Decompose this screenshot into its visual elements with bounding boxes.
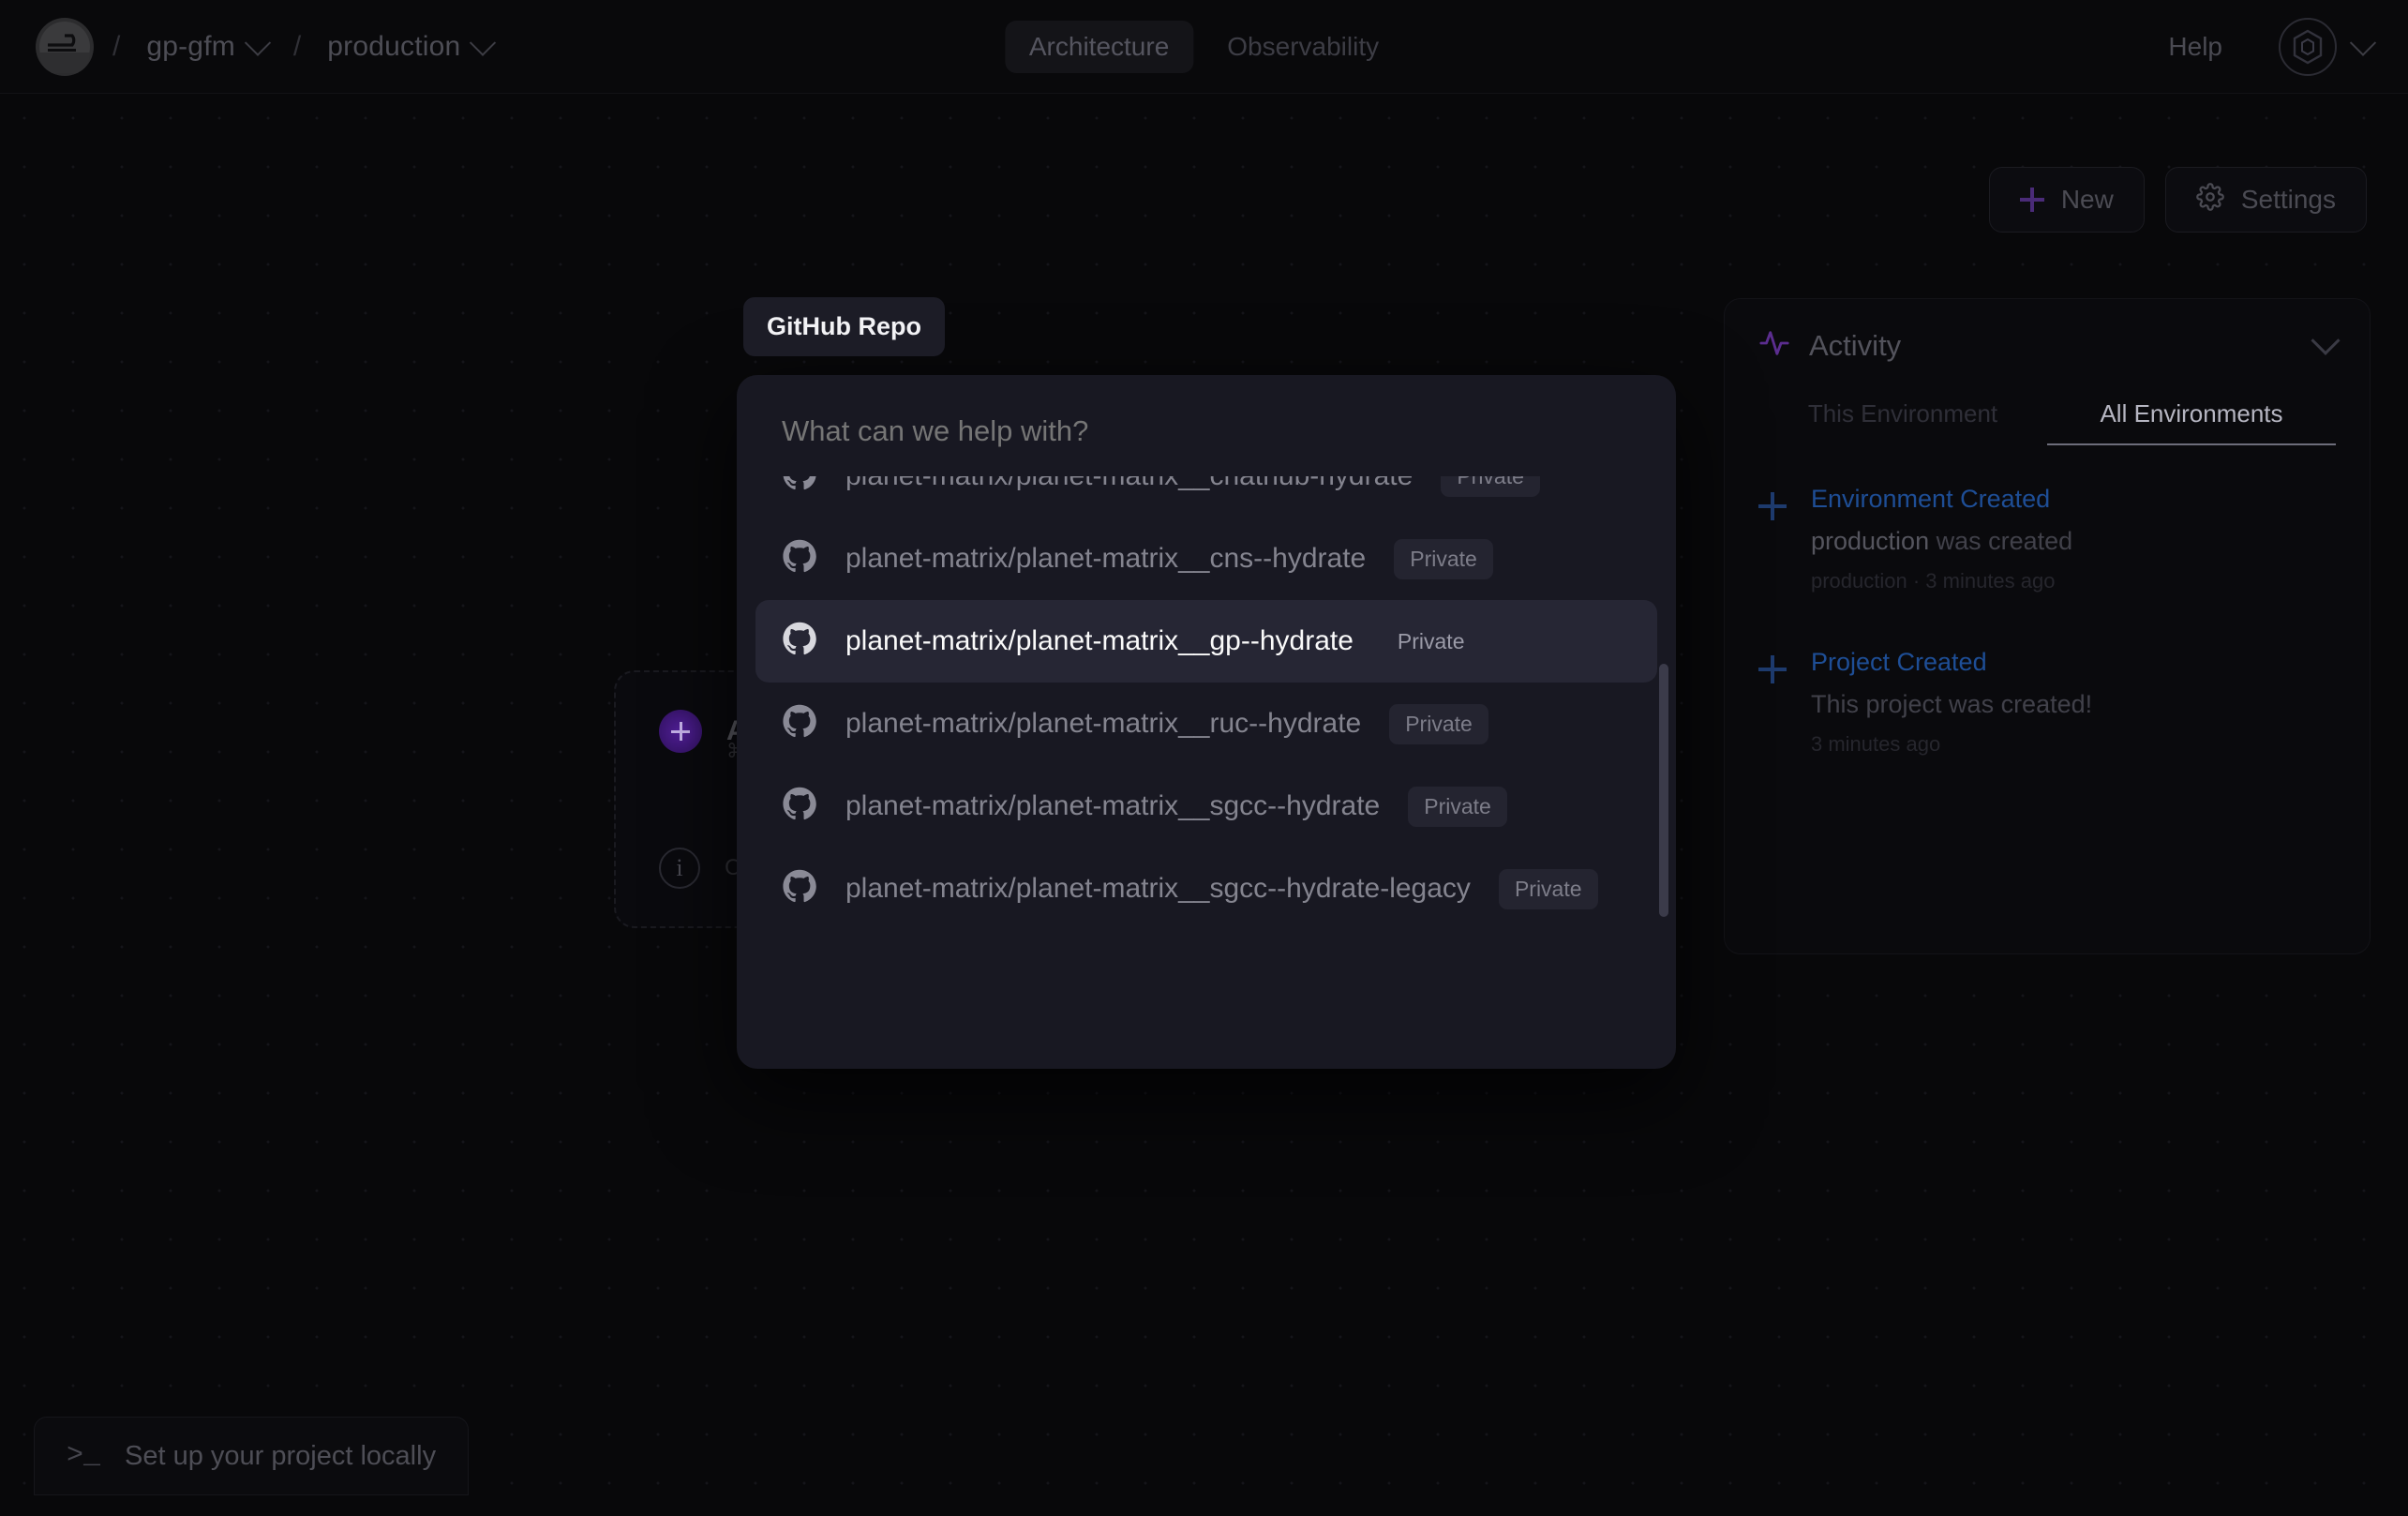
header-right-group: Help	[2168, 17, 2377, 76]
info-icon: i	[659, 848, 700, 889]
activity-item-meta: 3 minutes ago	[1811, 732, 1941, 756]
list-item[interactable]: planet-matrix/planet-matrix__chathub-hyd…	[755, 476, 1657, 518]
activity-item[interactable]: Environment Created production was creat…	[1758, 485, 2336, 593]
command-palette-header	[737, 375, 1676, 476]
plus-icon	[1758, 492, 1787, 520]
activity-item-title[interactable]: Project Created	[1811, 648, 2092, 677]
list-item[interactable]: planet-matrix/planet-matrix__sgcc--hydra…	[755, 765, 1657, 848]
activity-item-desc-rest: This project was created!	[1811, 690, 2093, 718]
platform-logo-icon[interactable]	[36, 17, 94, 76]
help-link[interactable]: Help	[2168, 32, 2222, 62]
activity-items: Environment Created production was creat…	[1758, 485, 2336, 757]
repo-visibility-badge: Private	[1408, 786, 1507, 827]
activity-tabs: This Environment All Environments	[1758, 399, 2336, 445]
repo-name: planet-matrix/planet-matrix__sgcc--hydra…	[845, 872, 1471, 904]
activity-panel-header: Activity	[1758, 325, 2341, 364]
activity-item-meta: production · 3 minutes ago	[1811, 569, 2056, 593]
breadcrumb-separator-1: /	[112, 30, 121, 62]
activity-item-desc-rest: was created	[1929, 527, 2073, 555]
chevron-down-icon	[470, 29, 497, 56]
activity-item[interactable]: Project Created This project was created…	[1758, 648, 2336, 757]
tab-this-environment[interactable]: This Environment	[1758, 399, 2047, 445]
list-item[interactable]: planet-matrix/planet-matrix__sgcc--hydra…	[755, 848, 1657, 930]
activity-item-description: production was created	[1811, 527, 2072, 556]
tab-observability[interactable]: Observability	[1203, 21, 1403, 73]
repo-name: planet-matrix/planet-matrix__ruc--hydrat…	[845, 707, 1362, 739]
repo-visibility-badge: Private	[1389, 703, 1488, 744]
repo-visibility-badge: Private	[1394, 538, 1493, 579]
repo-name: planet-matrix/planet-matrix__chathub-hyd…	[845, 476, 1413, 495]
terminal-icon: >_	[67, 1440, 101, 1472]
activity-panel: Activity This Environment All Environmen…	[1724, 298, 2371, 954]
gear-icon	[2195, 182, 2224, 218]
user-menu[interactable]	[2279, 17, 2377, 76]
new-button-label: New	[2060, 185, 2114, 214]
command-palette-modal: planet-matrix/planet-matrix__chathub-hyd…	[737, 375, 1676, 1069]
pulse-icon	[1758, 327, 1790, 364]
setup-project-bar[interactable]: >_ Set up your project locally	[34, 1417, 470, 1495]
chevron-down-icon	[2349, 29, 2377, 56]
breadcrumb-environment[interactable]: production	[320, 25, 500, 68]
page-action-bar: New Settings	[1988, 167, 2367, 233]
repo-visibility-badge: Private	[1498, 868, 1598, 909]
hexagon-avatar-icon	[2279, 17, 2337, 76]
breadcrumb-project-label: gp-gfm	[146, 30, 235, 62]
settings-button[interactable]: Settings	[2164, 167, 2367, 233]
repo-visibility-badge: Private	[1441, 476, 1540, 497]
list-item[interactable]: planet-matrix/planet-matrix__cns--hydrat…	[755, 518, 1657, 600]
list-item-selected[interactable]: planet-matrix/planet-matrix__gp--hydrate…	[755, 600, 1657, 683]
list-item[interactable]: planet-matrix/planet-matrix__ruc--hydrat…	[755, 683, 1657, 765]
github-icon	[782, 539, 817, 579]
plus-circle-icon	[659, 710, 702, 753]
repo-visibility-badge: Private	[1397, 628, 1465, 653]
breadcrumb-project[interactable]: gp-gfm	[139, 25, 275, 68]
plus-icon	[1758, 655, 1787, 683]
chevron-down-icon	[244, 29, 272, 56]
repo-name: planet-matrix/planet-matrix__cns--hydrat…	[845, 542, 1367, 574]
chevron-down-icon[interactable]	[2311, 325, 2341, 355]
search-input[interactable]	[782, 414, 1631, 448]
app-root: / gp-gfm / production Architecture Obser…	[0, 0, 2408, 1516]
activity-item-title[interactable]: Environment Created	[1811, 485, 2072, 514]
activity-item-description: This project was created!	[1811, 690, 2092, 719]
repo-name: planet-matrix/planet-matrix__gp--hydrate	[845, 624, 1354, 656]
github-repo-tooltip: GitHub Repo	[743, 297, 945, 356]
breadcrumb-environment-label: production	[327, 30, 461, 62]
settings-button-label: Settings	[2240, 185, 2336, 214]
tab-architecture[interactable]: Architecture	[1004, 20, 1194, 73]
github-icon	[782, 704, 817, 744]
activity-item-subject: production	[1811, 527, 1930, 555]
header-tabs: Architecture Observability	[1004, 20, 1403, 73]
new-button[interactable]: New	[1988, 167, 2145, 233]
repo-name: planet-matrix/planet-matrix__sgcc--hydra…	[845, 789, 1381, 821]
top-header: / gp-gfm / production Architecture Obser…	[0, 0, 2408, 94]
tab-all-environments[interactable]: All Environments	[2047, 399, 2336, 445]
github-icon	[782, 869, 817, 909]
github-icon	[782, 787, 817, 827]
list-scrollbar[interactable]	[1659, 664, 1668, 917]
activity-panel-title: Activity	[1809, 328, 1902, 362]
github-icon	[782, 476, 817, 497]
breadcrumb-separator-2: /	[292, 30, 302, 62]
github-icon	[782, 622, 817, 662]
setup-project-label: Set up your project locally	[125, 1440, 437, 1471]
repo-result-list: planet-matrix/planet-matrix__chathub-hyd…	[737, 476, 1676, 1069]
plus-icon	[2019, 188, 2044, 212]
